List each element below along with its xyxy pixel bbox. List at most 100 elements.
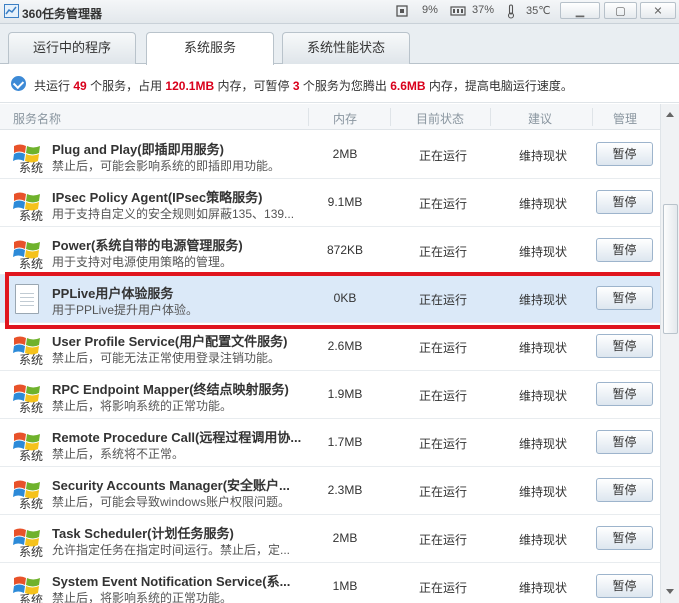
memory-value: 872KB [326,243,364,257]
pause-button[interactable]: 暂停 [596,334,653,358]
column-manage: 管理 [612,112,637,126]
pause-button[interactable]: 暂停 [596,238,653,262]
summary-part: 个服务，占用 [90,79,163,93]
memory-value: 2.3MB [327,483,363,497]
service-description: 禁止后，将影响系统的正常功能。 [52,591,233,603]
tab-bar: 运行中的程序 系统服务 系统性能状态 [0,24,679,65]
table-row[interactable]: 系统 Plug and Play(即插即用服务) 禁止后，可能会影响系统的即插即用功… [0,131,660,179]
pause-button[interactable]: 暂停 [596,286,653,310]
cpu-usage: 9% [422,4,438,16]
pause-button[interactable]: 暂停 [596,190,653,214]
summary-part: 内存，可暂停 [217,79,290,93]
advice-value: 维持现状 [518,533,567,547]
memory-value: 1.7MB [327,435,363,449]
service-description: 禁止后，将影响系统的正常功能。 [52,399,233,413]
advice-value: 维持现状 [518,245,567,259]
status-value: 正在运行 [418,293,467,307]
table-row[interactable]: 系统 IPsec Policy Agent(IPsec策略服务) 用于支持自定义的安… [0,179,660,227]
service-name: Plug and Play(即插即用服务) [52,142,224,157]
table-row[interactable]: 系统 Security Accounts Manager(安全账户... 禁止后，可… [0,467,660,515]
system-label: 系统 [19,593,44,603]
status-value: 正在运行 [418,389,467,403]
memory-icon [450,4,466,21]
service-description: 用于PPLive提升用户体验。 [52,303,199,317]
check-icon [11,76,26,91]
memory-value: 1MB [332,579,358,593]
pause-button[interactable]: 暂停 [596,478,653,502]
pause-button[interactable]: 暂停 [596,382,653,406]
advice-value: 维持现状 [518,485,567,499]
column-memory[interactable]: 内存 [310,110,380,127]
service-name: Remote Procedure Call(远程过程调用协... [52,430,302,445]
summary-bar: 共运行 49 个服务，占用 120.1MB 内存，可暂停 3 个服务为您腾出 6… [0,65,679,103]
table-row[interactable]: PPLive用户体验服务 用于PPLive提升用户体验。 0KB 正在运行 维持现状 暂停 [0,275,660,323]
advice-value: 维持现状 [518,149,567,163]
pause-button[interactable]: 暂停 [596,526,653,550]
status-value: 正在运行 [418,149,467,163]
tab-performance[interactable]: 系统性能状态 [282,32,410,64]
advice-value: 维持现状 [518,293,567,307]
pause-button[interactable]: 暂停 [596,142,653,166]
service-name: User Profile Service(用户配置文件服务) [52,334,288,349]
close-icon: ✕ [653,5,663,17]
system-label: 系统 [19,449,44,463]
close-button[interactable]: ✕ [640,2,676,19]
column-name[interactable]: 服务名称 [13,110,61,127]
column-advice[interactable]: 建议 [490,110,590,127]
system-label: 系统 [19,209,44,223]
service-icon: 系统 [10,475,46,511]
service-description: 禁止后，可能无法正常使用登录注销功能。 [52,351,281,365]
pause-button[interactable]: 暂停 [596,574,653,598]
pause-button[interactable]: 暂停 [596,430,653,454]
advice-value: 维持现状 [518,341,567,355]
service-icon: 系统 [10,235,46,271]
service-icon: 系统 [10,379,46,415]
scroll-thumb[interactable] [663,204,678,334]
memory-usage: 37% [472,4,495,16]
system-label: 系统 [19,161,44,175]
tab-running-programs[interactable]: 运行中的程序 [8,32,136,64]
table-header: 服务名称 内存 目前状态 建议 管理 [0,104,660,130]
summary-part: 共运行 [34,79,71,93]
service-icon: 系统 [10,427,46,463]
column-divider [308,108,309,126]
maximize-button[interactable]: ▢ [604,2,637,19]
service-name: IPsec Policy Agent(IPsec策略服务) [52,190,263,205]
service-list: 系统 Plug and Play(即插即用服务) 禁止后，可能会影响系统的即插即用功… [0,131,660,603]
memory-value: 9.1MB [327,195,363,209]
minimize-icon: ▁ [575,5,585,17]
scroll-down-icon[interactable] [663,584,677,598]
minimize-button[interactable]: ▁ [560,2,600,19]
service-name: RPC Endpoint Mapper(终结点映射服务) [52,382,289,397]
service-icon: 系统 [10,187,46,223]
system-label: 系统 [19,545,44,559]
running-count: 49 [73,79,87,93]
table-row[interactable]: 系统 RPC Endpoint Mapper(终结点映射服务) 禁止后，将影响系统的… [0,371,660,419]
service-name: System Event Notification Service(系... [52,574,291,589]
vertical-scrollbar[interactable] [660,104,679,603]
status-value: 正在运行 [418,245,467,259]
table-row[interactable]: 系统 User Profile Service(用户配置文件服务) 禁止后，可能无法… [0,323,660,371]
app-logo-icon [4,4,19,18]
status-value: 正在运行 [418,485,467,499]
scroll-up-icon[interactable] [663,108,677,122]
advice-value: 维持现状 [518,437,567,451]
cpu-icon [395,4,409,21]
advice-value: 维持现状 [518,581,567,595]
service-name: PPLive用户体验服务 [52,286,174,301]
table-row[interactable]: 系统 Remote Procedure Call(远程过程调用协... 禁止后，系统… [0,419,660,467]
status-value: 正在运行 [418,341,467,355]
service-description: 用于支持对电源使用策略的管理。 [52,255,233,269]
service-icon: 系统 [10,139,46,175]
table-row[interactable]: 系统 System Event Notification Service(系...… [0,563,660,603]
advice-value: 维持现状 [518,389,567,403]
summary-part: 内存，提高电脑运行速度。 [428,79,573,93]
service-description: 禁止后，系统将不正常。 [52,447,185,461]
tab-system-services[interactable]: 系统服务 [146,32,274,65]
table-row[interactable]: 系统 Task Scheduler(计划任务服务) 允许指定任务在指定时间运行。禁止… [0,515,660,563]
column-status[interactable]: 目前状态 [390,110,490,127]
freeable-memory: 6.6MB [390,79,426,93]
system-label: 系统 [19,497,44,511]
table-row[interactable]: 系统 Power(系统自带的电源管理服务) 用于支持对电源使用策略的管理。 872KB… [0,227,660,275]
status-value: 正在运行 [418,533,467,547]
